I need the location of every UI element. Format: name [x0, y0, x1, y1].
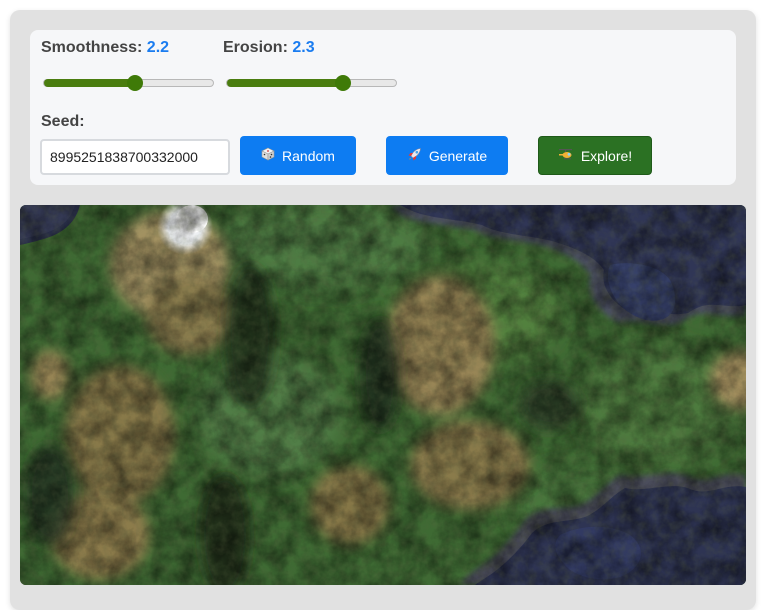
smoothness-slider-fill [44, 79, 135, 87]
erosion-slider-thumb[interactable] [335, 75, 351, 91]
terrain-map[interactable] [20, 205, 746, 585]
smoothness-slider-thumb[interactable] [127, 75, 143, 91]
rocket-icon [407, 147, 422, 165]
random-button[interactable]: Random [240, 136, 356, 175]
smoothness-label: Smoothness: 2.2 [41, 39, 169, 57]
erosion-label: Erosion: 2.3 [223, 39, 315, 57]
terrain-map-canvas [20, 205, 746, 585]
explore-button-label: Explore! [580, 147, 633, 164]
generate-button-label: Generate [428, 147, 488, 164]
smoothness-value: 2.2 [146, 39, 170, 56]
dice-icon [261, 147, 275, 164]
erosion-slider[interactable] [226, 75, 397, 91]
erosion-label-text: Erosion: [223, 39, 288, 56]
helicopter-icon [558, 147, 574, 164]
seed-input[interactable] [40, 139, 230, 175]
generate-button[interactable]: Generate [386, 136, 508, 175]
smoothness-slider[interactable] [43, 75, 214, 91]
erosion-slider-fill [227, 79, 343, 87]
smoothness-label-text: Smoothness: [41, 39, 143, 56]
seed-label: Seed: [41, 113, 85, 130]
explore-button[interactable]: Explore! [538, 136, 652, 175]
erosion-value: 2.3 [292, 39, 315, 56]
random-button-label: Random [282, 147, 335, 164]
